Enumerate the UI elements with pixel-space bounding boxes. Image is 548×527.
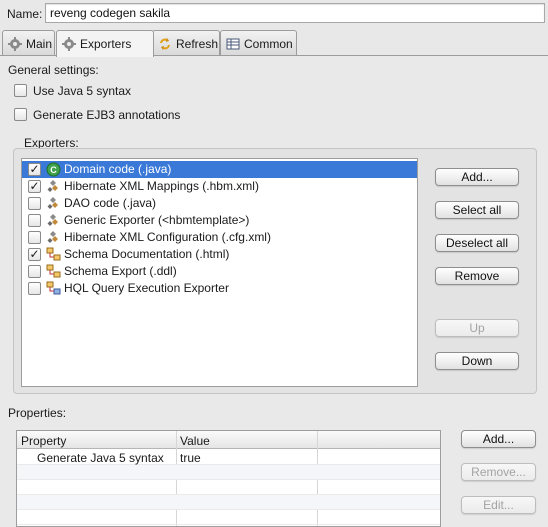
hibernate-icon [46, 230, 61, 245]
exporter-item[interactable]: Schema Export (.ddl) [22, 263, 417, 280]
name-label: Name: [7, 7, 43, 21]
property-add-button[interactable]: Add... [461, 430, 536, 448]
exporter-label: DAO code (.java) [64, 196, 157, 210]
up-button[interactable]: Up [435, 319, 519, 337]
column-header-value[interactable]: Value [180, 434, 210, 448]
refresh-icon [158, 37, 172, 51]
tab-main-label: Main [26, 36, 53, 51]
exporter-label: HQL Query Execution Exporter [64, 281, 229, 295]
table-icon [226, 37, 240, 51]
exporter-item[interactable]: C Domain code (.java) [22, 161, 417, 178]
java5-label: Use Java 5 syntax [33, 84, 132, 98]
select-all-button[interactable]: Select all [435, 201, 519, 219]
tab-main[interactable]: Main [2, 30, 55, 56]
property-name-cell: Generate Java 5 syntax [37, 451, 164, 465]
exporter-item[interactable]: DAO code (.java) [22, 195, 417, 212]
tab-strip: Main Exporters Refresh Common [0, 30, 548, 57]
exporter-label: Hibernate XML Configuration (.cfg.xml) [64, 230, 271, 244]
gear-icon [62, 37, 76, 51]
deselect-all-button[interactable]: Deselect all [435, 234, 519, 252]
exporter-label: Hibernate XML Mappings (.hbm.xml) [64, 179, 259, 193]
property-remove-button[interactable]: Remove... [461, 463, 536, 481]
name-input[interactable] [45, 3, 545, 23]
exporter-checkbox[interactable] [28, 282, 41, 295]
property-edit-button[interactable]: Edit... [461, 496, 536, 514]
exporter-remove-button[interactable]: Remove [435, 267, 519, 285]
exporter-item[interactable]: Hibernate XML Configuration (.cfg.xml) [22, 229, 417, 246]
exporter-add-button[interactable]: Add... [435, 168, 519, 186]
tab-exporters[interactable]: Exporters [56, 30, 154, 57]
table-row-empty [17, 495, 440, 510]
tab-refresh[interactable]: Refresh [152, 30, 220, 56]
exporter-label: Generic Exporter (<hbmtemplate>) [64, 213, 250, 227]
exporter-item[interactable]: HQL Query Execution Exporter [22, 280, 417, 297]
exporter-item[interactable]: Generic Exporter (<hbmtemplate>) [22, 212, 417, 229]
exporter-item[interactable]: Hibernate XML Mappings (.hbm.xml) [22, 178, 417, 195]
exporter-checkbox[interactable] [28, 231, 41, 244]
exporter-checkbox[interactable] [28, 265, 41, 278]
property-value-cell: true [180, 451, 201, 465]
svg-text:C: C [50, 165, 57, 175]
java5-checkbox[interactable] [14, 84, 27, 97]
exporter-checkbox[interactable] [28, 180, 41, 193]
table-row-empty [17, 480, 440, 495]
ejb3-checkbox[interactable] [14, 108, 27, 121]
schema-icon [46, 264, 61, 279]
table-row-empty [17, 510, 440, 525]
exporter-checkbox[interactable] [28, 163, 41, 176]
properties-table-header: Property Value [17, 431, 440, 449]
schema-icon [46, 247, 61, 262]
ejb3-label: Generate EJB3 annotations [33, 108, 181, 122]
tab-refresh-label: Refresh [176, 36, 219, 51]
exporter-checkbox[interactable] [28, 248, 41, 261]
properties-title: Properties: [8, 406, 67, 420]
gear-icon [8, 36, 22, 51]
exporter-item[interactable]: Schema Documentation (.html) [22, 246, 417, 263]
query-icon [46, 281, 61, 296]
hibernate-icon [46, 179, 61, 194]
exporter-label: Domain code (.java) [64, 162, 172, 176]
exporter-checkbox[interactable] [28, 197, 41, 210]
java-class-icon: C [46, 162, 61, 177]
exporter-label: Schema Export (.ddl) [64, 264, 177, 278]
tab-common[interactable]: Common [220, 30, 297, 56]
tab-common-label: Common [244, 36, 293, 51]
hibernate-icon [46, 213, 61, 228]
general-settings-title: General settings: [8, 63, 99, 77]
table-row-empty [17, 465, 440, 480]
properties-table[interactable]: Property Value Generate Java 5 syntax tr… [16, 430, 441, 527]
exporter-checkbox[interactable] [28, 214, 41, 227]
tab-exporters-label: Exporters [80, 37, 132, 51]
column-header-property[interactable]: Property [21, 434, 66, 448]
table-row[interactable]: Generate Java 5 syntax true [17, 450, 440, 465]
down-button[interactable]: Down [435, 352, 519, 370]
hibernate-icon [46, 196, 61, 211]
exporter-label: Schema Documentation (.html) [64, 247, 230, 261]
exporter-list[interactable]: C Domain code (.java) Hibernate XML Mappin… [21, 158, 418, 387]
